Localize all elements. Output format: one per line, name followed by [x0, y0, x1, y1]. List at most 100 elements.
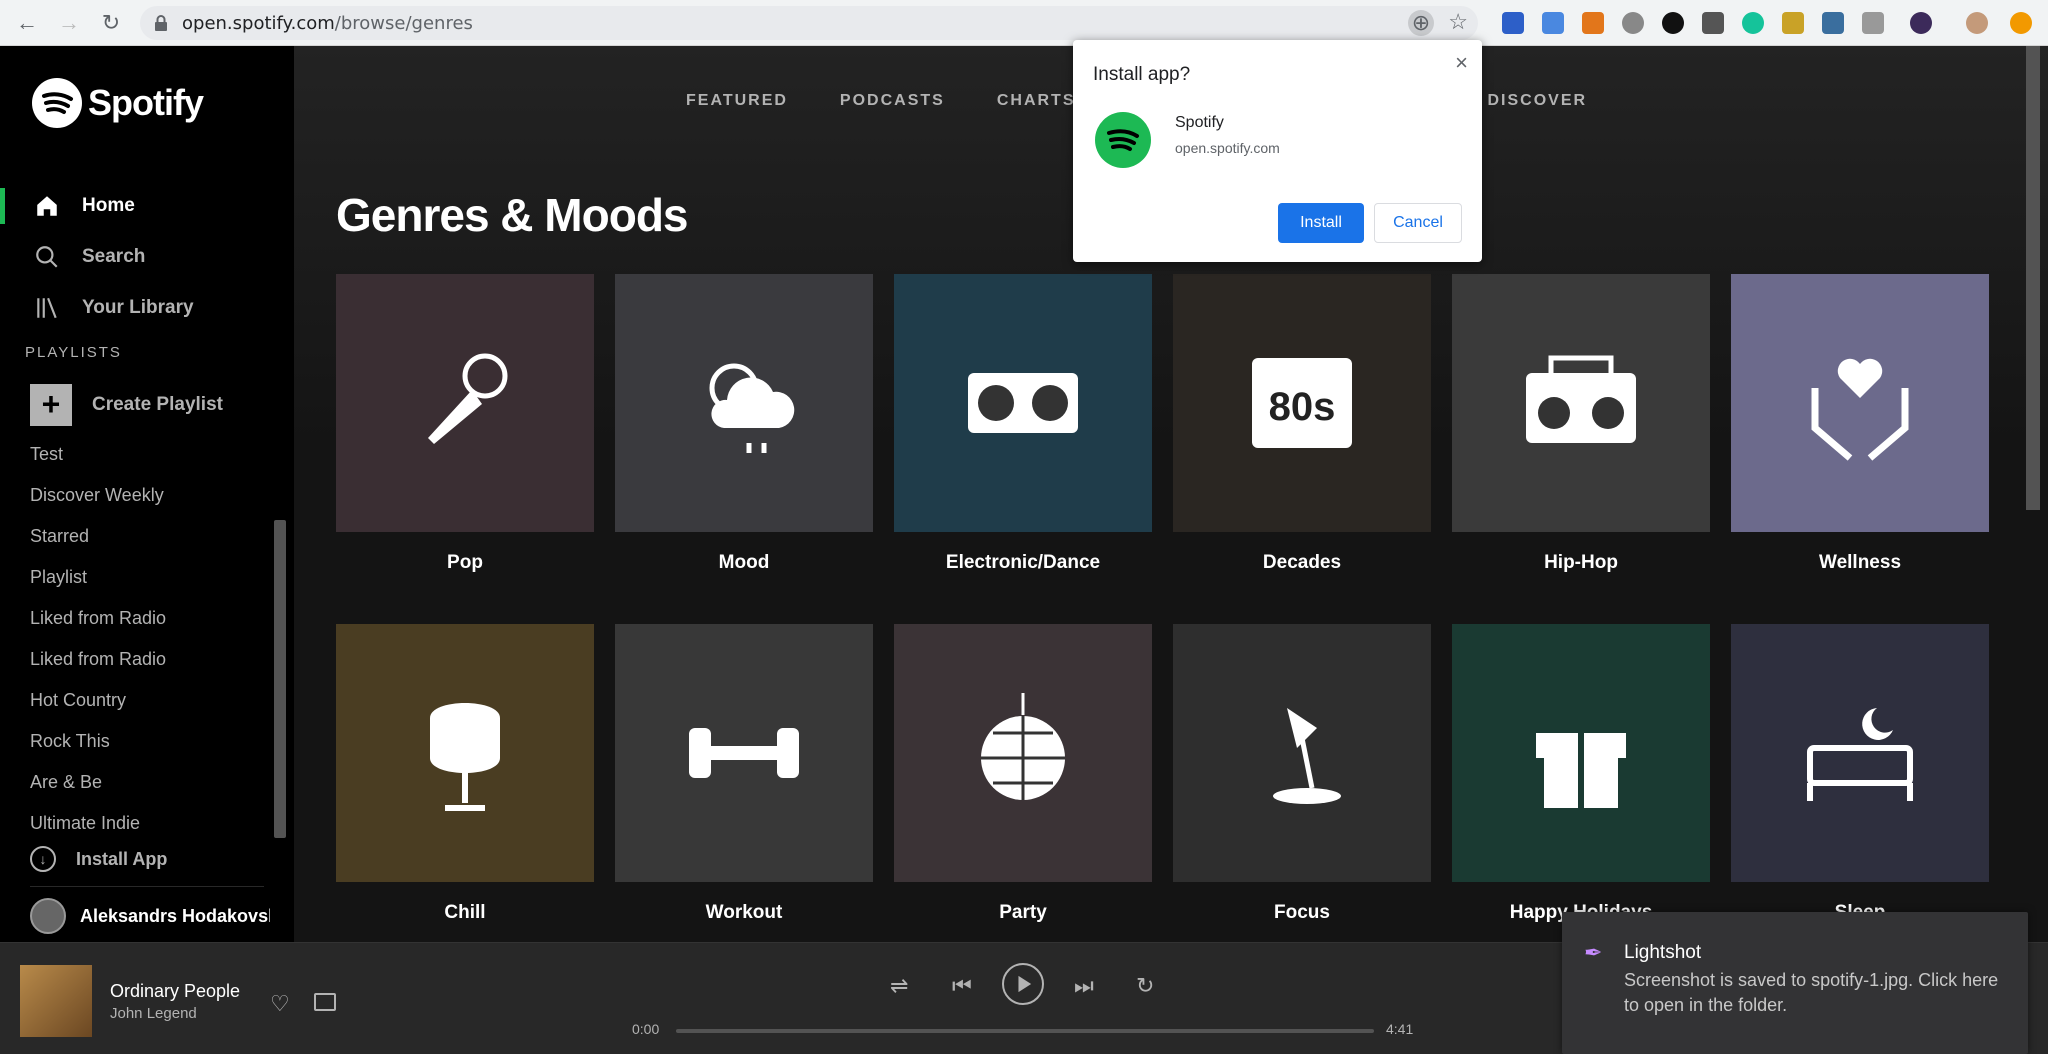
track-title[interactable]: Ordinary People — [110, 981, 240, 1002]
create-playlist-button[interactable]: + Create Playlist — [30, 384, 223, 426]
reload-icon[interactable]: ↻ — [98, 10, 124, 36]
playlist-item[interactable]: Starred — [30, 520, 166, 561]
genre-name: Hip-Hop — [1544, 552, 1618, 573]
spotify-logo[interactable]: Spotify — [32, 78, 204, 128]
close-icon[interactable]: × — [1455, 50, 1468, 76]
genre-name: Electronic/Dance — [945, 552, 1101, 573]
avatar — [30, 898, 66, 934]
picture-in-picture-icon[interactable] — [314, 993, 336, 1011]
next-icon[interactable]: ⏭ — [1074, 973, 1094, 999]
main-scrollbar[interactable] — [2026, 46, 2040, 510]
genre-tile[interactable]: Electronic/Dance — [894, 274, 1152, 574]
dialog-app-name: Spotify — [1175, 114, 1224, 131]
playlists-heading: PLAYLISTS — [25, 344, 122, 361]
extension-icon[interactable] — [1622, 12, 1644, 34]
extension-icon[interactable] — [1502, 12, 1524, 34]
tab-featured[interactable]: FEATURED — [686, 92, 788, 110]
playlist-item[interactable]: Discover Weekly — [30, 479, 166, 520]
turntable-icon — [968, 373, 1078, 433]
extension-icon[interactable] — [1782, 12, 1804, 34]
nav-library[interactable]: Your Library — [0, 286, 294, 330]
playlist-item[interactable]: Liked from Radio — [30, 643, 166, 684]
tab-podcasts[interactable]: PODCASTS — [840, 92, 945, 110]
bookmark-star-icon[interactable]: ☆ — [1448, 9, 1468, 35]
genre-name: Wellness — [1818, 552, 1902, 573]
extension-icon[interactable] — [1542, 12, 1564, 34]
genre-image — [336, 624, 594, 882]
extension-icon[interactable] — [1910, 12, 1932, 34]
brand-name: Spotify — [88, 82, 204, 123]
bed-icon — [1807, 708, 1913, 801]
playlist-item[interactable]: Are & Be — [30, 766, 166, 807]
repeat-icon[interactable]: ↻ — [1136, 973, 1154, 999]
user-profile[interactable]: Aleksandrs Hodakovski — [30, 898, 270, 934]
extension-icon[interactable] — [1662, 12, 1684, 34]
microphone-icon — [428, 353, 508, 444]
heart-icon[interactable]: ♡ — [270, 991, 290, 1017]
playlist-item[interactable]: Ultimate Indie — [30, 807, 166, 848]
nav-search[interactable]: Search — [0, 235, 294, 279]
genre-image — [1731, 624, 1989, 882]
genre-tile[interactable]: Mood — [615, 274, 873, 574]
lock-icon — [155, 15, 167, 31]
shuffle-icon[interactable]: ⇌ — [890, 973, 908, 999]
artist-name[interactable]: John Legend — [110, 1005, 197, 1022]
update-icon[interactable] — [2010, 12, 2032, 34]
forward-icon[interactable]: → — [56, 10, 82, 36]
sidebar-scrollbar[interactable] — [274, 520, 286, 838]
grammarly-icon[interactable] — [1742, 12, 1764, 34]
install-button[interactable]: Install — [1278, 203, 1364, 243]
install-app-button[interactable]: ↓ Install App — [30, 846, 167, 872]
back-icon[interactable]: ← — [14, 10, 40, 36]
tab-discover[interactable]: DISCOVER — [1488, 92, 1588, 110]
genre-image — [1452, 624, 1710, 882]
profile-avatar[interactable] — [1966, 12, 1988, 34]
playlist-item[interactable]: Playlist — [30, 561, 166, 602]
genre-name: Mood — [718, 552, 770, 573]
genre-image — [1731, 274, 1989, 532]
genre-image: 80s — [1173, 274, 1431, 532]
play-button[interactable] — [1002, 963, 1044, 1005]
qr-icon[interactable] — [1702, 12, 1724, 34]
genre-tile[interactable]: Focus — [1173, 624, 1431, 924]
genre-tile[interactable]: Wellness — [1731, 274, 1989, 574]
previous-icon[interactable]: ⏮ — [952, 973, 972, 999]
playlist-item[interactable]: Rock This — [30, 725, 166, 766]
genre-tile[interactable]: 80s Decades — [1173, 274, 1431, 574]
genre-tile[interactable]: Sleep — [1731, 624, 1989, 924]
playlist-item[interactable]: Liked from Radio — [30, 602, 166, 643]
spotify-app-icon — [1095, 112, 1151, 168]
album-cover[interactable] — [20, 965, 92, 1037]
lightshot-notification[interactable]: ✒ Lightshot Screenshot is saved to spoti… — [1562, 912, 2028, 1054]
playlist-item[interactable]: Hot Country — [30, 684, 166, 725]
toast-title: Lightshot — [1624, 942, 1702, 963]
svg-text:80s: 80s — [1269, 385, 1336, 429]
dumbbell-icon — [689, 728, 799, 778]
genre-tile[interactable]: Hip-Hop — [1452, 274, 1710, 574]
toast-body: Screenshot is saved to spotify-1.jpg. Cl… — [1624, 970, 1999, 1015]
duration-time: 4:41 — [1386, 1021, 1414, 1037]
playlist-item[interactable]: Test — [30, 438, 166, 479]
cancel-button[interactable]: Cancel — [1374, 203, 1462, 243]
browser-toolbar: ← → ↻ open.spotify.com/browse/genres ⊕ ☆ — [0, 0, 2048, 46]
address-bar[interactable]: open.spotify.com/browse/genres ⊕ ☆ — [140, 6, 1478, 40]
tab-charts[interactable]: CHARTS — [997, 92, 1076, 110]
install-app-icon[interactable]: ⊕ — [1408, 10, 1434, 36]
metamask-icon[interactable] — [1582, 12, 1604, 34]
genre-tile[interactable]: Workout — [615, 624, 873, 924]
progress-bar[interactable] — [676, 1029, 1374, 1033]
genre-image — [1452, 274, 1710, 532]
nav-home[interactable]: Home — [0, 184, 294, 228]
extension-icon[interactable] — [1822, 12, 1844, 34]
genre-name: Decades — [1262, 552, 1342, 573]
url-text: open.spotify.com/browse/genres — [182, 13, 473, 34]
genre-tile[interactable]: Happy Holidays — [1452, 624, 1710, 924]
divider — [30, 886, 264, 887]
install-app-dialog: Install app? × Spotify open.spotify.com … — [1073, 40, 1482, 262]
genre-tile[interactable]: Pop — [336, 274, 594, 574]
genre-image — [615, 274, 873, 532]
genre-tile[interactable]: Party — [894, 624, 1152, 924]
extension-icon[interactable] — [1862, 12, 1884, 34]
genre-tile[interactable]: Chill — [336, 624, 594, 924]
sidebar: Spotify Home Search Your Library PLAYLIS… — [0, 46, 294, 942]
